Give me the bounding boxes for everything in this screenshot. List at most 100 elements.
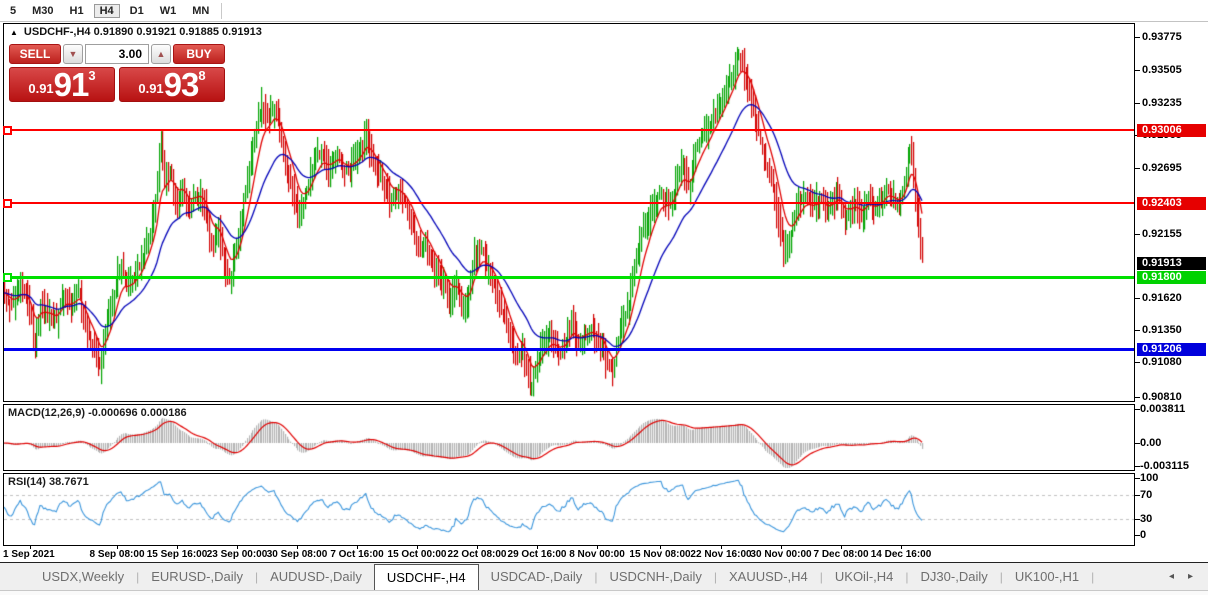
y-axis-tick: [1135, 298, 1140, 299]
rsi-axis-tick-label: 0: [1140, 529, 1146, 541]
line-drag-handle[interactable]: [3, 273, 12, 282]
tab-usdx-weekly[interactable]: USDX,Weekly: [30, 563, 136, 590]
macd-axis-tick-label: 0.003811: [1140, 403, 1185, 415]
y-axis-tick: [1135, 234, 1140, 235]
x-axis-date-label: 15 Sep 16:00: [147, 549, 208, 560]
macd-axis-tick: [1135, 466, 1140, 467]
rsi-axis-tick-label: 30: [1140, 513, 1152, 525]
tab-audusd-daily[interactable]: AUDUSD-,Daily: [258, 563, 374, 590]
y-axis-tick: [1135, 362, 1140, 363]
timeframe-button-mn[interactable]: MN: [186, 4, 215, 18]
x-axis-date-label: 22 Nov 16:00: [690, 549, 751, 560]
line-drag-handle[interactable]: [3, 199, 12, 208]
y-axis-tick-label: 0.93775: [1142, 31, 1182, 44]
y-axis-tick: [1135, 70, 1140, 71]
buy-price-button[interactable]: 0.91938: [119, 67, 225, 102]
y-axis-tick-label: 0.93505: [1142, 64, 1182, 77]
rsi-label: RSI(14) 38.7671: [8, 476, 89, 488]
x-axis-date-label: 14 Dec 16:00: [871, 549, 932, 560]
collapse-triangle-icon[interactable]: ▲: [10, 28, 18, 37]
macd-axis-tick-label: -0.003115: [1140, 460, 1189, 472]
x-axis-date-label: 30 Nov 00:00: [750, 549, 811, 560]
symbol-tabbar: USDX,Weekly|EURUSD-,Daily|AUDUSD-,DailyU…: [0, 563, 1208, 591]
tab-usdcnh-daily[interactable]: USDCNH-,Daily: [597, 563, 713, 590]
y-axis-tick: [1135, 397, 1140, 398]
toolbar-separator: [221, 3, 222, 19]
volume-decrease-button[interactable]: ▼: [63, 44, 83, 64]
line-drag-handle[interactable]: [3, 126, 12, 135]
tabs-scroll-left-icon[interactable]: ◂: [1162, 563, 1181, 590]
y-axis-tick-label: 0.92695: [1142, 162, 1182, 175]
volume-increase-button[interactable]: ▲: [151, 44, 171, 64]
volume-input[interactable]: [85, 44, 149, 64]
horizontal-level-line-0.91800[interactable]: [4, 276, 1134, 279]
y-axis-tick-label: 0.91350: [1142, 324, 1182, 337]
x-axis-date-label: 7 Oct 16:00: [330, 549, 383, 560]
y-axis-tick: [1135, 168, 1140, 169]
x-axis-date-label: 30 Sep 08:00: [267, 549, 328, 560]
x-axis-date-label: 23 Sep 00:00: [207, 549, 268, 560]
x-axis-date-label: 29 Oct 16:00: [508, 549, 567, 560]
tabs-scroll-right-icon[interactable]: ▸: [1181, 563, 1200, 590]
buy-price-prefix: 0.91: [138, 79, 163, 99]
price-line-label-0.91913: 0.91913: [1137, 257, 1206, 270]
rsi-axis-tick: [1135, 535, 1140, 536]
x-axis-date-label: 8 Nov 00:00: [569, 549, 625, 560]
chart-title: ▲ USDCHF-,H4 0.91890 0.91921 0.91885 0.9…: [10, 26, 262, 38]
y-axis-tick-label: 0.91080: [1142, 356, 1182, 369]
timeframe-toolbar: 5 M30 H1 H4 D1 W1MN: [0, 0, 1208, 22]
rsi-axis-tick: [1135, 478, 1140, 479]
timeframe-button-w1[interactable]: W1: [154, 4, 183, 18]
sell-button[interactable]: SELL: [9, 44, 61, 64]
tab-usdcad-daily[interactable]: USDCAD-,Daily: [479, 563, 595, 590]
rsi-axis-tick-label: 70: [1140, 489, 1152, 501]
buy-price-big: 93: [164, 71, 199, 99]
x-axis-date-label: 1 Sep 2021: [3, 549, 55, 560]
x-axis-date-label: 15 Nov 08:00: [629, 549, 690, 560]
rsi-indicator-canvas[interactable]: [4, 474, 1134, 545]
sell-price-button[interactable]: 0.91913: [9, 67, 115, 102]
price-line-label-0.91800: 0.91800: [1137, 271, 1206, 284]
timeframe-button-h1[interactable]: H1: [64, 4, 90, 18]
tab-usdchf-h4[interactable]: USDCHF-,H4: [374, 564, 479, 590]
rsi-axis-tick: [1135, 495, 1140, 496]
tab-uk100-h1[interactable]: UK100-,H1: [1003, 563, 1091, 590]
y-axis-tick: [1135, 103, 1140, 104]
mt4-terminal: 5 M30 H1 H4 D1 W1MN ▲ USDCHF-,H4 0.91890 0.91…: [0, 0, 1208, 595]
timeframe-button-h4[interactable]: H4: [94, 4, 120, 18]
one-click-trading-panel: SELL ▼ ▲ BUY 0.91913 0.91938: [9, 44, 225, 102]
tab-eurusd-daily[interactable]: EURUSD-,Daily: [139, 563, 255, 590]
y-axis-tick-label: 0.91620: [1142, 292, 1182, 305]
tab-xauusd-h4[interactable]: XAUUSD-,H4: [717, 563, 820, 590]
y-axis-tick-label: 0.90810: [1142, 391, 1182, 404]
x-axis-date-label: 7 Dec 08:00: [813, 549, 868, 560]
price-line-label-0.91206: 0.91206: [1137, 343, 1206, 356]
y-axis-tick: [1135, 330, 1140, 331]
tab-dj30-daily[interactable]: DJ30-,Daily: [909, 563, 1000, 590]
macd-label: MACD(12,26,9) -0.000696 0.000186: [8, 407, 187, 419]
status-strip: [0, 591, 1208, 595]
timeframe-button-5[interactable]: 5: [4, 4, 22, 18]
x-axis-date-label: 22 Oct 08:00: [448, 549, 507, 560]
horizontal-level-line-0.91206[interactable]: [4, 348, 1134, 351]
tab-ukoil-h4[interactable]: UKOil-,H4: [823, 563, 906, 590]
x-axis-date-label: 15 Oct 00:00: [388, 549, 447, 560]
horizontal-level-line-0.92403[interactable]: [4, 202, 1134, 204]
y-axis-tick-label: 0.93235: [1142, 97, 1182, 110]
timeframe-button-m30[interactable]: M30: [26, 4, 59, 18]
x-axis-date-label: 8 Sep 08:00: [89, 549, 144, 560]
y-axis-tick-label: 0.92155: [1142, 228, 1182, 241]
macd-axis-tick: [1135, 443, 1140, 444]
chart-title-text: USDCHF-,H4 0.91890 0.91921 0.91885 0.919…: [24, 26, 262, 38]
price-line-label-0.92403: 0.92403: [1137, 197, 1206, 210]
horizontal-level-line-0.93006[interactable]: [4, 129, 1134, 131]
macd-axis-tick: [1135, 409, 1140, 410]
timeframe-button-d1[interactable]: D1: [124, 4, 150, 18]
y-axis-tick: [1135, 37, 1140, 38]
rsi-axis-tick: [1135, 519, 1140, 520]
sell-price-pip: 3: [88, 69, 95, 82]
buy-price-pip: 8: [198, 69, 205, 82]
buy-button[interactable]: BUY: [173, 44, 225, 64]
price-line-label-0.93006: 0.93006: [1137, 124, 1206, 137]
rsi-axis-tick-label: 100: [1140, 472, 1158, 484]
